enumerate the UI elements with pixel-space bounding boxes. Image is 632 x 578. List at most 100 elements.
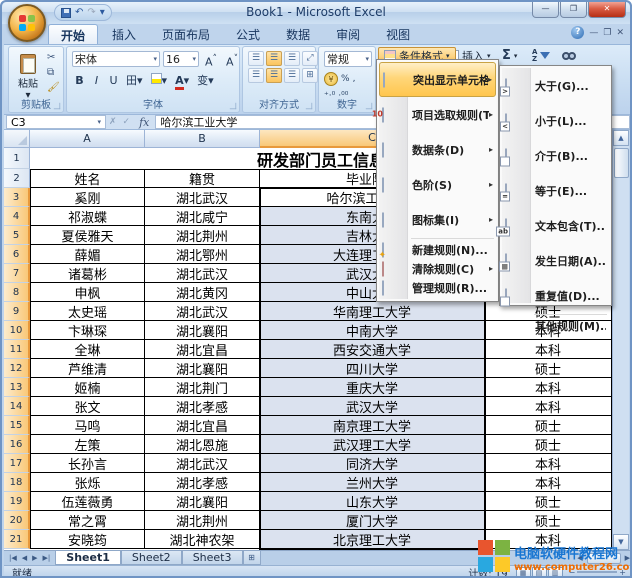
font-color-button[interactable]: A▾ [172,72,192,88]
row-header-17[interactable]: 17 [4,454,30,473]
data-cell[interactable]: 湖北恩施 [145,435,260,454]
data-cell[interactable]: 湖北武汉 [145,264,260,283]
row-header-2[interactable]: 2 [4,169,30,188]
cf-menu-item-0[interactable]: 突出显示单元格规则(H)▸ [379,62,496,97]
font-dialog-launcher[interactable] [230,103,236,109]
data-cell[interactable]: 北京理工大学 [260,530,485,549]
cf-submenu-item-5[interactable]: ▦发生日期(A)... [502,243,609,278]
data-cell[interactable]: 本科 [485,378,612,397]
data-cell[interactable]: 夏侯雅天 [30,226,145,245]
select-all-corner[interactable] [4,130,30,148]
data-cell[interactable]: 硕士 [485,416,612,435]
data-cell[interactable]: 湖北武汉 [145,302,260,321]
data-cell[interactable]: 祁淑蝶 [30,207,145,226]
data-cell[interactable]: 湖北襄阳 [145,321,260,340]
last-sheet-icon[interactable]: ▶| [41,554,53,562]
row-header-1[interactable]: 1 [4,148,30,169]
font-size-combo[interactable]: 16▾ [163,51,199,67]
data-cell[interactable]: 湖北荆门 [145,378,260,397]
font-name-combo[interactable]: 宋体▾ [72,51,160,67]
row-header-15[interactable]: 15 [4,416,30,435]
sheet-tab-sheet2[interactable]: Sheet2 [121,551,182,565]
data-cell[interactable]: 重庆大学 [260,378,485,397]
data-cell[interactable]: 南京理工大学 [260,416,485,435]
scroll-up-icon[interactable]: ▲ [613,130,629,146]
data-cell[interactable]: 湖北荆州 [145,511,260,530]
shrink-font-button[interactable]: A˅ [223,51,241,67]
italic-button[interactable]: I [89,72,104,88]
ribbon-tab-2[interactable]: 页面布局 [150,24,222,44]
cf-submenu-item-0[interactable]: >大于(G)... [502,68,609,103]
row-header-11[interactable]: 11 [4,340,30,359]
name-box[interactable]: C3 ▾ [6,115,106,129]
autosum-button[interactable]: Σ ▾ [498,47,521,64]
ribbon-tab-0[interactable]: 开始 [48,24,98,44]
align-top-button[interactable]: ☰ [248,51,264,66]
data-cell[interactable]: 奚刚 [30,188,145,207]
data-cell[interactable]: 本科 [485,397,612,416]
row-header-20[interactable]: 20 [4,511,30,530]
vertical-scroll-thumb[interactable] [614,148,629,178]
clipboard-dialog-launcher[interactable] [54,103,60,109]
data-cell[interactable]: 申枫 [30,283,145,302]
data-cell[interactable]: 左策 [30,435,145,454]
row-header-9[interactable]: 9 [4,302,30,321]
data-cell[interactable]: 湖北武汉 [145,454,260,473]
ribbon-tab-4[interactable]: 数据 [274,24,322,44]
data-cell[interactable]: 硕士 [485,359,612,378]
cf-menu-item-1[interactable]: 项目选取规则(T)▸ [379,97,496,132]
cf-submenu-item-4[interactable]: ab文本包含(T)... [502,208,609,243]
data-cell[interactable]: 湖北神农架 [145,530,260,549]
next-sheet-icon[interactable]: ▶ [30,554,39,562]
phonetic-button[interactable]: 变▾ [194,72,217,88]
data-cell[interactable]: 全琳 [30,340,145,359]
row-header-14[interactable]: 14 [4,397,30,416]
cf-menu-item-4[interactable]: 图标集(I)▸ [379,202,496,237]
row-header-16[interactable]: 16 [4,435,30,454]
row-header-19[interactable]: 19 [4,492,30,511]
data-cell[interactable]: 薛媚 [30,245,145,264]
cf-submenu-item-2[interactable]: 介于(B)... [502,138,609,173]
data-cell[interactable]: 硕士 [485,511,612,530]
minimize-button[interactable]: — [532,2,559,18]
align-center-button[interactable]: ☰ [266,68,282,83]
cf-menu-item-5[interactable]: 新建规则(N)... [379,240,496,259]
row-header-13[interactable]: 13 [4,378,30,397]
data-cell[interactable]: 安晓筠 [30,530,145,549]
data-cell[interactable]: 马鸣 [30,416,145,435]
data-cell[interactable]: 四川大学 [260,359,485,378]
cf-submenu-item-7[interactable]: 其他规则(M)... [502,316,609,335]
row-header-18[interactable]: 18 [4,473,30,492]
data-cell[interactable]: 湖北孝感 [145,397,260,416]
table-header-cell[interactable]: 籍贯 [145,169,260,188]
percent-style-icon[interactable]: % [341,72,350,86]
cf-submenu-item-1[interactable]: <小于(L)... [502,103,609,138]
align-middle-button[interactable]: ☰ [266,51,282,66]
row-header-21[interactable]: 21 [4,530,30,549]
data-cell[interactable]: 兰州大学 [260,473,485,492]
insert-sheet-tab[interactable]: ⊞ [243,551,261,565]
cf-menu-item-7[interactable]: 管理规则(R)... [379,278,496,297]
sheet-tab-sheet1[interactable]: Sheet1 [55,551,121,565]
sheet-tab-sheet3[interactable]: Sheet3 [182,551,243,565]
find-select-button[interactable] [560,47,580,64]
book-restore-icon[interactable]: ❐ [603,28,611,38]
data-cell[interactable]: 中南大学 [260,321,485,340]
cf-submenu-item-3[interactable]: =等于(E)... [502,173,609,208]
ribbon-tab-3[interactable]: 公式 [224,24,272,44]
ribbon-tab-6[interactable]: 视图 [374,24,422,44]
data-cell[interactable]: 张烁 [30,473,145,492]
data-cell[interactable]: 硕士 [485,435,612,454]
data-cell[interactable]: 湖北宜昌 [145,416,260,435]
insert-function-icon[interactable]: fx [133,116,155,129]
data-cell[interactable]: 长孙言 [30,454,145,473]
align-left-button[interactable]: ☰ [248,68,264,83]
data-cell[interactable]: 本科 [485,454,612,473]
merge-center-button[interactable]: ⊞ [302,68,318,83]
data-cell[interactable]: 本科 [485,340,612,359]
help-icon[interactable]: ? [571,26,584,39]
comma-style-icon[interactable]: , [353,72,356,86]
ribbon-tab-1[interactable]: 插入 [100,24,148,44]
data-cell[interactable]: 湖北黄冈 [145,283,260,302]
row-header-10[interactable]: 10 [4,321,30,340]
